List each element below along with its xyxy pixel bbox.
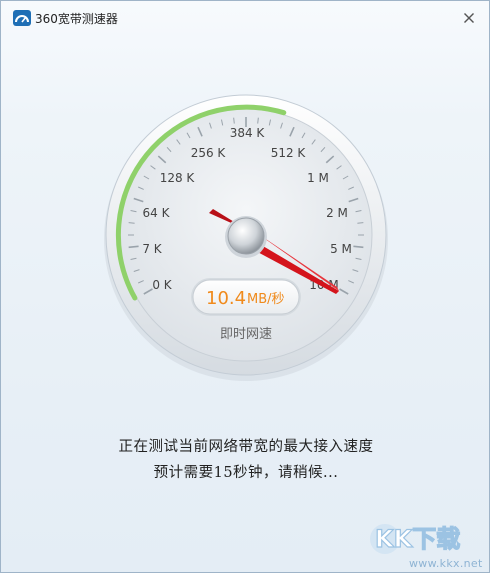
app-window: 360宽带测速器 0 K 7 K 64 K 128 K 256 K 384 K … [0, 0, 490, 573]
scale-label: 5 M [330, 242, 352, 256]
watermark-url: www.kkx.net [409, 557, 483, 570]
gauge-tick [233, 117, 235, 124]
scale-label: 512 K [271, 146, 307, 160]
scale-label: 256 K [191, 146, 227, 160]
gauge-tick [128, 222, 135, 224]
scale-label: 384 K [230, 126, 266, 140]
gauge-tick [128, 245, 139, 249]
watermark-brand: KK下载 [375, 525, 460, 553]
gauge-tick [357, 222, 364, 224]
gauge-tick [353, 245, 364, 249]
needle-hub [227, 217, 265, 255]
scale-label: 7 K [142, 242, 162, 256]
scale-label: 1 M [307, 171, 329, 185]
scale-label: 64 K [143, 206, 171, 220]
scale-label: 0 K [152, 278, 172, 292]
status-line-2: 预计需要15秒钟，请稍候... [153, 465, 339, 481]
speed-unit: MB/秒 [247, 292, 285, 307]
status-line-1: 正在测试当前网络带宽的最大接入速度 [118, 439, 374, 455]
speed-value: 10.4 [206, 288, 246, 309]
gauge-caption: 即时网速 [220, 327, 272, 342]
watermark-logo: KK下载 [370, 524, 461, 554]
scale-label: 2 M [326, 206, 348, 220]
scale-label: 128 K [160, 171, 196, 185]
speed-gauge: 0 K 7 K 64 K 128 K 256 K 384 K 512 K 1 M… [104, 94, 388, 381]
gauge-tick [257, 117, 259, 124]
